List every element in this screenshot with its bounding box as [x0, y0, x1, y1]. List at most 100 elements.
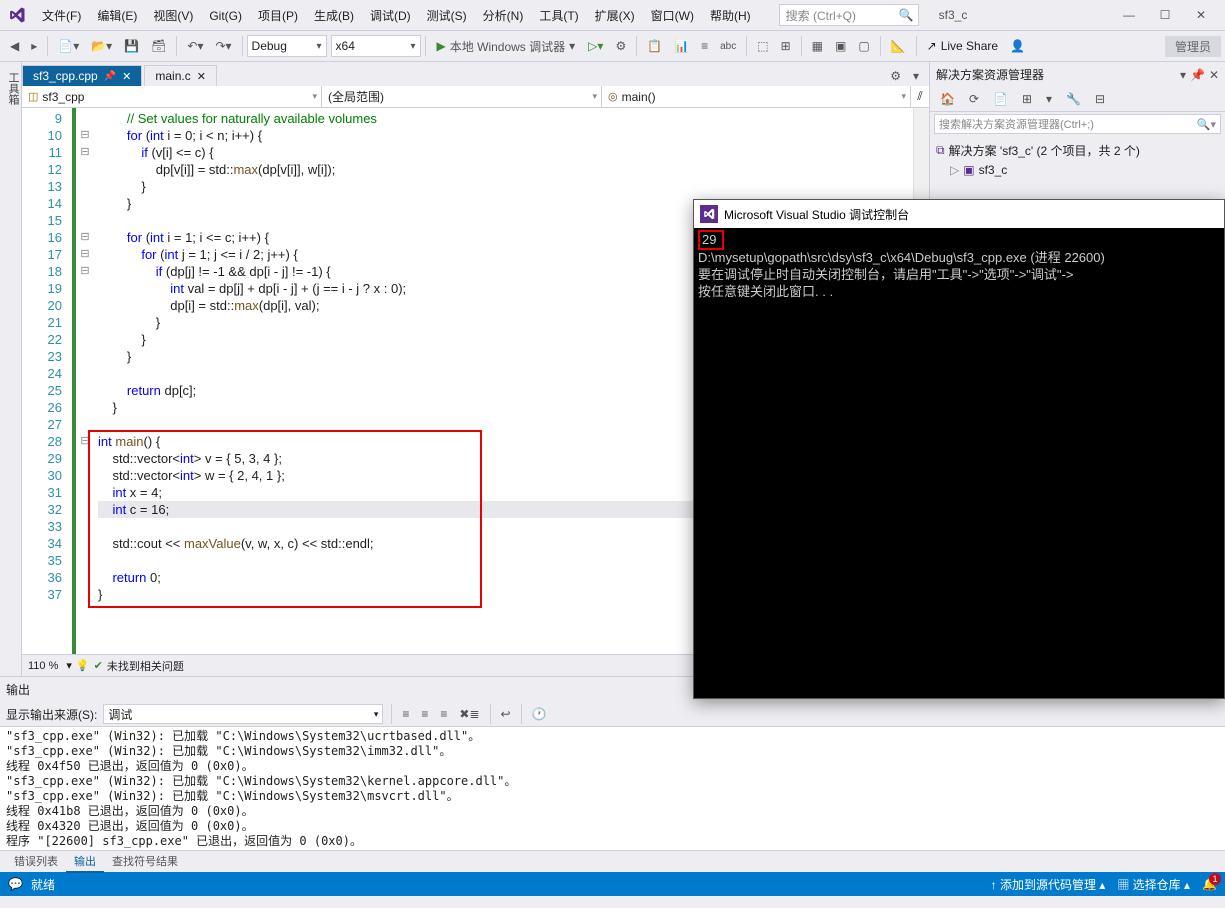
zoom-level[interactable]: 110 % — [28, 660, 58, 672]
console-output: 29 D:\mysetup\gopath\src\dsy\sf3_c\x64\D… — [694, 228, 1224, 303]
redo-button[interactable]: ↷▾ — [210, 36, 236, 56]
console-result-value: 29 — [698, 230, 724, 250]
lightbulb-icon[interactable]: 💡 — [76, 659, 90, 672]
issues-label: 未找到相关问题 — [107, 658, 184, 674]
nav-back-button[interactable]: ◀ — [5, 36, 24, 56]
maximize-button[interactable]: ☐ — [1147, 1, 1183, 29]
menu-item[interactable]: 帮助(H) — [702, 5, 759, 27]
scope-dropdown[interactable]: (全局范围) — [322, 86, 602, 107]
search-input[interactable]: 搜索 (Ctrl+Q) 🔍 — [779, 4, 919, 26]
editor-tab[interactable]: sf3_cpp.cpp📌✕ — [22, 65, 142, 86]
out-wrap-icon[interactable]: ↩ — [496, 704, 516, 724]
se-tool2-icon[interactable]: 📄 — [988, 89, 1013, 109]
undo-button[interactable]: ↶▾ — [182, 36, 208, 56]
tool-d[interactable]: ⬚ — [752, 36, 773, 56]
out-clear-icon[interactable]: ✖≣ — [454, 704, 484, 724]
check-icon: ✔ — [94, 659, 103, 672]
menu-item[interactable]: 编辑(E) — [89, 5, 145, 27]
output-text[interactable]: "sf3_cpp.exe" (Win32): 已加载 "C:\Windows\S… — [0, 727, 1225, 850]
tool-a[interactable]: 📋 — [642, 36, 667, 56]
search-icon: 🔍 — [899, 8, 914, 22]
menu-item[interactable]: 项目(P) — [250, 5, 306, 27]
minimize-button[interactable]: — — [1111, 1, 1147, 29]
tool-c[interactable]: ≡ — [696, 36, 713, 56]
console-titlebar[interactable]: Microsoft Visual Studio 调试控制台 — [694, 200, 1224, 228]
panel-close-icon[interactable]: ✕ — [1209, 68, 1219, 82]
console-vs-icon — [700, 205, 718, 223]
stop-button[interactable]: ⚙ — [610, 36, 631, 56]
solution-node[interactable]: ⧉ 解决方案 'sf3_c' (2 个项目，共 2 个) — [936, 140, 1219, 161]
func-dropdown[interactable]: ◎main() — [602, 86, 911, 107]
split-icon[interactable]: ⫽ — [911, 86, 929, 107]
menu-item[interactable]: 调试(D) — [362, 5, 419, 27]
live-share-button[interactable]: ↗ Live Share — [921, 39, 1004, 53]
panel-pin-icon[interactable]: 📌 — [1190, 68, 1205, 82]
run-debug-button[interactable]: ▶本地 Windows 调试器▾ — [431, 36, 582, 57]
toolbar: ◀ ▸ 📄▾ 📂▾ 💾 🗃 ↶▾ ↷▾ Debug x64 ▶本地 Window… — [0, 30, 1225, 62]
se-search-input[interactable]: 搜索解决方案资源管理器(Ctrl+;) 🔍▾ — [934, 114, 1221, 134]
menu-item[interactable]: 测试(S) — [419, 5, 475, 27]
account-button[interactable]: 👤 — [1005, 36, 1030, 56]
toolbox-tab[interactable]: 工具箱 — [0, 62, 22, 676]
se-tool5-icon[interactable]: 🔧 — [1061, 89, 1086, 109]
output-source-label: 显示输出来源(S): — [6, 706, 97, 723]
bottom-tab[interactable]: 查找符号结果 — [104, 851, 186, 873]
vs-logo-icon — [6, 4, 28, 26]
notification-icon[interactable]: 🔔 — [1202, 877, 1217, 891]
se-tool4-icon[interactable]: ▾ — [1041, 89, 1057, 109]
scm-button[interactable]: ↑ 添加到源代码管理 ▴ — [991, 876, 1106, 893]
status-ready: 就绪 — [31, 876, 55, 893]
run-nodebug-button[interactable]: ▷▾ — [583, 36, 608, 56]
se-home-icon[interactable]: 🏠 — [935, 89, 960, 109]
tool-abc[interactable]: abc — [715, 38, 741, 55]
editor-tabs: sf3_cpp.cpp📌✕main.c✕ ⚙ ▾ — [22, 62, 929, 86]
context-bar: ◫sf3_cpp (全局范围) ◎main() ⫽ — [22, 86, 929, 108]
tab-dropdown-icon[interactable]: ⚙ — [885, 66, 906, 86]
new-project-button[interactable]: 📄▾ — [53, 36, 84, 56]
editor-tab[interactable]: main.c✕ — [144, 65, 217, 86]
window-title: sf3_c — [939, 8, 968, 22]
menu-item[interactable]: 文件(F) — [34, 5, 89, 27]
menu-item[interactable]: 扩展(X) — [587, 5, 643, 27]
project-node[interactable]: ▷ ▣ sf3_c — [936, 161, 1219, 179]
nav-fwd-button[interactable]: ▸ — [26, 36, 42, 56]
panel-menu-icon[interactable]: ▾ — [1180, 68, 1186, 82]
save-button[interactable]: 💾 — [119, 36, 144, 56]
output-panel: 输出 ✕ 显示输出来源(S): 调试 ≡ ≡ ≡ ✖≣ ↩ 🕐 "sf3_cpp… — [0, 676, 1225, 872]
menu-item[interactable]: Git(G) — [201, 5, 250, 27]
out-tool3[interactable]: ≡ — [435, 704, 452, 724]
tool-b[interactable]: 📊 — [669, 36, 694, 56]
se-tool-icon[interactable]: ⟳ — [964, 89, 984, 109]
debug-console-window[interactable]: Microsoft Visual Studio 调试控制台 29 D:\myse… — [693, 199, 1225, 699]
menu-item[interactable]: 工具(T) — [531, 5, 586, 27]
out-clock-icon[interactable]: 🕐 — [527, 704, 552, 724]
tool-e[interactable]: ⊞ — [776, 36, 796, 56]
platform-dropdown[interactable]: x64 — [331, 35, 421, 57]
config-dropdown[interactable]: Debug — [247, 35, 327, 57]
open-button[interactable]: 📂▾ — [86, 36, 117, 56]
menu-item[interactable]: 窗口(W) — [643, 5, 702, 27]
se-tool3-icon[interactable]: ⊞ — [1017, 89, 1037, 109]
repo-button[interactable]: ▦ 选择仓库 ▴ — [1117, 876, 1190, 893]
tool-h[interactable]: ▢ — [853, 36, 874, 56]
tool-g[interactable]: ▣ — [830, 36, 851, 56]
out-tool1[interactable]: ≡ — [397, 704, 414, 724]
save-all-button[interactable]: 🗃 — [146, 36, 171, 56]
status-bar: 💬 就绪 ↑ 添加到源代码管理 ▴ ▦ 选择仓库 ▴ 🔔 — [0, 872, 1225, 896]
out-tool2[interactable]: ≡ — [416, 704, 433, 724]
bottom-tab[interactable]: 错误列表 — [6, 851, 66, 873]
chat-icon[interactable]: 💬 — [8, 877, 23, 891]
menu-item[interactable]: 视图(V) — [145, 5, 201, 27]
project-dropdown[interactable]: ◫sf3_cpp — [22, 86, 322, 107]
menu-item[interactable]: 生成(B) — [306, 5, 362, 27]
tool-i[interactable]: 📐 — [886, 36, 911, 56]
se-tool6-icon[interactable]: ⊟ — [1090, 89, 1110, 109]
menu-item[interactable]: 分析(N) — [475, 5, 532, 27]
panel-title: 解决方案资源管理器 — [936, 66, 1044, 83]
close-button[interactable]: ✕ — [1183, 1, 1219, 29]
tool-f[interactable]: ▦ — [807, 36, 828, 56]
output-source-dropdown[interactable]: 调试 — [103, 704, 383, 724]
admin-badge: 管理员 — [1165, 36, 1221, 57]
tab-overflow-icon[interactable]: ▾ — [908, 66, 924, 86]
bottom-tab[interactable]: 输出 — [66, 851, 104, 873]
